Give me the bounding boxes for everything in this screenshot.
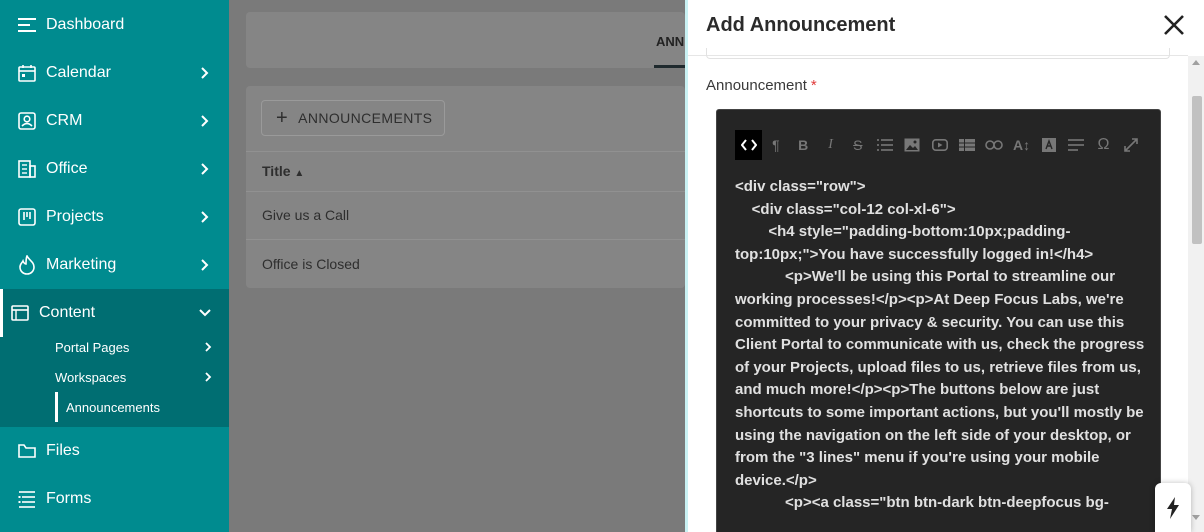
tab-announcements[interactable]: ANN <box>656 34 684 49</box>
table-icon[interactable] <box>953 130 980 160</box>
image-icon[interactable] <box>899 130 926 160</box>
sidebar-item-forms[interactable]: Forms <box>0 475 229 523</box>
divider <box>246 191 685 192</box>
fullscreen-icon[interactable] <box>1117 130 1144 160</box>
panel-title: Add Announcement <box>706 14 896 36</box>
align-icon[interactable] <box>1063 130 1090 160</box>
add-button-label: ANNOUNCEMENTS <box>298 110 433 126</box>
bold-icon[interactable]: B <box>790 130 817 160</box>
contact-icon <box>17 111 37 131</box>
code-line: <p>We'll be using this Portal to streaml… <box>735 268 1149 489</box>
paragraph-icon[interactable]: ¶ <box>762 130 789 160</box>
required-marker: * <box>810 77 817 94</box>
font-size-icon[interactable]: A↕ <box>1008 130 1035 160</box>
code-view-icon[interactable] <box>735 130 763 160</box>
special-char-icon[interactable]: Ω <box>1090 130 1117 160</box>
divider <box>246 151 685 152</box>
code-line: <p><a class="btn btn-dark btn-deepfocus … <box>735 494 1109 512</box>
code-line: <div class="col-12 col-xl-6"> <box>735 200 956 218</box>
table-row[interactable]: Give us a Call <box>262 207 349 223</box>
sidebar-item-calendar[interactable]: Calendar <box>0 49 229 97</box>
panel-scrollbar[interactable] <box>1188 56 1204 532</box>
table-row[interactable]: Office is Closed <box>262 256 360 272</box>
scroll-down-icon[interactable] <box>1192 515 1200 520</box>
tab-active-line <box>654 65 685 68</box>
sidebar-item-content[interactable]: Content <box>0 289 229 337</box>
sidebar-item-projects[interactable]: Projects <box>0 193 229 241</box>
rich-text-editor[interactable]: ¶ B I S A↕ Ω <div class="row"> <div clas… <box>716 109 1161 532</box>
video-icon[interactable] <box>926 130 953 160</box>
flame-icon <box>17 255 37 275</box>
form-icon <box>17 489 37 509</box>
chevron-right-icon <box>201 115 209 127</box>
tabs-card: ANN <box>246 12 685 68</box>
quick-action-button[interactable] <box>1155 483 1191 532</box>
active-subitem-indicator <box>55 392 58 422</box>
link-icon[interactable] <box>981 130 1008 160</box>
menu-icon <box>17 15 37 35</box>
browser-icon <box>10 303 30 323</box>
main-area: ANN + ANNOUNCEMENTS Title ▲︎ Give us a C… <box>229 0 685 532</box>
sidebar-item-label: CRM <box>46 112 83 129</box>
sidebar-item-label: Content <box>39 304 96 321</box>
sidebar-item-label: Files <box>46 442 80 459</box>
sidebar: Dashboard Calendar CRM Office Projects M… <box>0 0 229 532</box>
sidebar-item-label: Projects <box>46 208 104 225</box>
calendar-icon <box>17 63 37 83</box>
title-field[interactable] <box>706 48 1170 59</box>
sidebar-item-label: Dashboard <box>46 16 125 33</box>
editor-toolbar: ¶ B I S A↕ Ω <box>735 130 1144 160</box>
sidebar-item-label: Calendar <box>46 64 111 81</box>
close-icon[interactable] <box>1162 13 1186 37</box>
code-line: <div class="row"> <box>735 178 866 195</box>
plus-icon: + <box>276 107 289 129</box>
chevron-right-icon <box>205 342 212 352</box>
sidebar-item-crm[interactable]: CRM <box>0 97 229 145</box>
sort-icon: ▲︎ <box>294 168 305 179</box>
add-announcement-button[interactable]: + ANNOUNCEMENTS <box>261 100 445 136</box>
strikethrough-icon[interactable]: S <box>844 130 871 160</box>
add-announcement-panel: Add Announcement Announcement* ¶ B I S <box>685 0 1204 532</box>
sidebar-item-marketing[interactable]: Marketing <box>0 241 229 289</box>
chevron-right-icon <box>201 211 209 223</box>
column-header-title[interactable]: Title ▲︎ <box>262 163 304 179</box>
sidebar-item-label: Forms <box>46 490 92 507</box>
italic-icon[interactable]: I <box>817 130 844 160</box>
code-view-content[interactable]: <div class="row"> <div class="col-12 col… <box>735 176 1145 515</box>
divider <box>246 239 685 240</box>
text-color-icon[interactable] <box>1035 130 1062 160</box>
sidebar-item-label: Marketing <box>46 256 117 273</box>
scroll-thumb[interactable] <box>1192 96 1202 244</box>
chevron-right-icon <box>201 67 209 79</box>
sidebar-item-office[interactable]: Office <box>0 145 229 193</box>
sidebar-item-dashboard[interactable]: Dashboard <box>0 1 229 49</box>
sidebar-item-label: Office <box>46 160 88 177</box>
chevron-right-icon <box>201 163 209 175</box>
list-icon[interactable] <box>871 130 898 160</box>
scroll-up-icon[interactable] <box>1192 60 1200 65</box>
announcement-label: Announcement * <box>706 77 817 94</box>
chevron-right-icon <box>201 259 209 271</box>
chevron-down-icon <box>199 309 211 317</box>
folder-icon <box>17 441 37 461</box>
sidebar-item-files[interactable]: Files <box>0 427 229 475</box>
chevron-right-icon <box>205 372 212 382</box>
lightning-icon <box>1167 496 1179 519</box>
sidebar-subitem-portal-pages[interactable]: Portal Pages <box>55 340 129 355</box>
office-icon <box>17 159 37 179</box>
projects-icon <box>17 207 37 227</box>
sidebar-subitem-workspaces[interactable]: Workspaces <box>55 370 126 385</box>
code-line: <h4 style="padding-bottom:10px;padding-t… <box>735 223 1094 263</box>
sidebar-subitem-announcements[interactable]: Announcements <box>66 400 160 415</box>
